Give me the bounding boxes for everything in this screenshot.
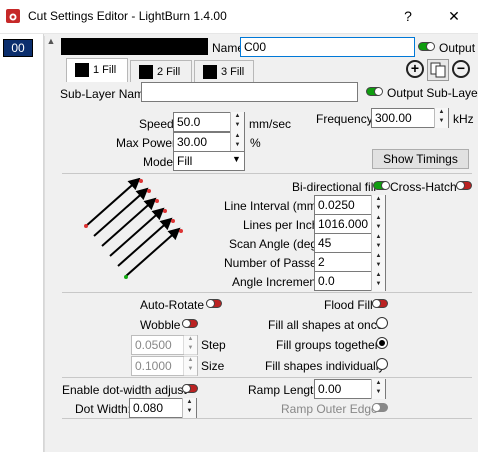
tab-1-fill[interactable]: 1 Fill [66, 58, 128, 82]
scan-angle-spin-icon[interactable]: ▲ ▼ [371, 233, 385, 253]
lines-per-inch-spin-icon[interactable]: ▲ ▼ [371, 214, 385, 234]
fill-individually-radio[interactable] [376, 358, 388, 370]
tab-label: 3 Fill [221, 66, 245, 78]
divider [62, 173, 472, 174]
dot-width-adjust-toggle[interactable] [182, 384, 198, 393]
output-sublayer-label: Output Sub-Layer [387, 86, 478, 100]
fill-all-at-once-label: Fill all shapes at once [268, 318, 384, 332]
size-spin-icon[interactable]: ▲ ▼ [183, 356, 197, 376]
flood-fill-toggle[interactable] [372, 299, 388, 308]
step-spin-icon[interactable]: ▲ ▼ [183, 335, 197, 355]
speed-label: Speed [139, 117, 174, 131]
fill-individually-label: Fill shapes individually [265, 359, 385, 373]
max-power-label: Max Power [116, 136, 177, 150]
max-power-unit: % [250, 136, 261, 150]
bidirectional-toggle[interactable] [373, 181, 390, 190]
bidirectional-label: Bi-directional fill [292, 180, 377, 194]
tab-2-fill[interactable]: 2 Fill [130, 60, 192, 82]
sublayer-name-input[interactable] [141, 82, 358, 102]
max-power-spin-icon[interactable]: ▲ ▼ [230, 132, 244, 152]
add-sublayer-icon[interactable]: + [406, 60, 424, 78]
auto-rotate-label: Auto-Rotate [140, 298, 205, 312]
sublayer-name-label: Sub-Layer Name [60, 87, 151, 101]
divider [62, 418, 472, 419]
scan-angle-preview [84, 178, 183, 279]
ramp-outer-edge-label: Ramp Outer Edge [281, 402, 378, 416]
chevron-down-icon[interactable]: ▼ [232, 154, 241, 164]
size-label: Size [201, 359, 225, 373]
output-toggle[interactable] [418, 42, 435, 51]
scroll-up-icon[interactable]: ▲ [44, 36, 58, 50]
dot-width-label: Dot Width: [75, 402, 132, 416]
scan-angle-label: Scan Angle (deg) [229, 237, 322, 251]
fill-groups-together-label: Fill groups together [276, 338, 379, 352]
ramp-length-label: Ramp Length [248, 383, 321, 397]
remove-sublayer-icon[interactable]: − [452, 60, 470, 78]
tab-color-icon [75, 63, 89, 77]
divider [62, 377, 472, 378]
frequency-label: Frequency [316, 112, 373, 126]
dot-width-adjust-label: Enable dot-width adjust [62, 383, 187, 397]
frequency-unit: kHz [453, 112, 474, 126]
auto-rotate-toggle[interactable] [206, 299, 222, 308]
line-interval-spin-icon[interactable]: ▲ ▼ [371, 195, 385, 215]
name-input[interactable]: C00 [240, 37, 415, 57]
output-label: Output [439, 41, 476, 55]
wobble-label: Wobble [140, 318, 181, 332]
tab-color-icon [139, 65, 153, 79]
mode-label: Mode [143, 155, 174, 169]
fill-all-at-once-radio[interactable] [376, 317, 388, 329]
copy-sublayer-icon[interactable] [427, 59, 449, 81]
help-button[interactable]: ? [398, 8, 418, 24]
speed-unit: mm/sec [249, 117, 291, 131]
layer-badge[interactable]: 00 [3, 39, 33, 57]
wobble-toggle[interactable] [182, 319, 198, 328]
number-of-passes-spin-icon[interactable]: ▲ ▼ [371, 252, 385, 272]
scrollbar[interactable] [44, 36, 58, 452]
tab-label: 2 Fill [157, 66, 181, 78]
layer-color-swatch[interactable] [61, 38, 208, 55]
angle-increment-label: Angle Increment [232, 275, 320, 289]
line-interval-label: Line Interval (mm) [224, 199, 321, 213]
output-sublayer-toggle[interactable] [366, 87, 383, 96]
crosshatch-label: Cross-Hatch [390, 180, 457, 194]
ramp-outer-edge-toggle[interactable] [372, 403, 388, 412]
divider [62, 292, 472, 293]
number-of-passes-label: Number of Passes [224, 256, 323, 270]
crosshatch-toggle[interactable] [456, 181, 472, 190]
layer-list-panel [0, 34, 44, 452]
fill-groups-together-radio[interactable] [376, 337, 388, 349]
tab-label: 1 Fill [93, 64, 117, 76]
close-button[interactable]: ✕ [444, 8, 464, 25]
flood-fill-label: Flood Fill [324, 298, 373, 312]
ramp-length-spin-icon[interactable]: ▲ ▼ [371, 379, 385, 399]
show-timings-button[interactable]: Show Timings [372, 149, 469, 169]
lightburn-logo-icon [6, 9, 20, 23]
angle-increment-spin-icon[interactable]: ▲ ▼ [371, 271, 385, 291]
lines-per-inch-label: Lines per Inch [243, 218, 319, 232]
frequency-spin-icon[interactable]: ▲ ▼ [434, 108, 448, 128]
tab-3-fill[interactable]: 3 Fill [194, 60, 254, 82]
dot-width-spin-icon[interactable]: ▲ ▼ [182, 398, 196, 418]
step-label: Step [201, 338, 226, 352]
tab-color-icon [203, 65, 217, 79]
speed-spin-icon[interactable]: ▲ ▼ [230, 112, 244, 132]
window-title: Cut Settings Editor - LightBurn 1.4.00 [28, 9, 227, 23]
